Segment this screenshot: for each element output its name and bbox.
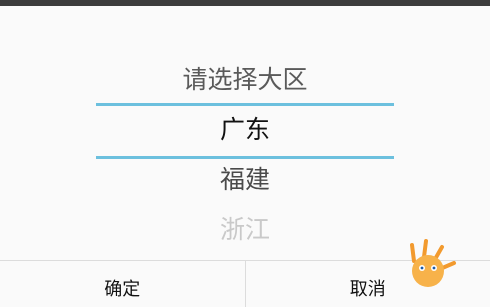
selection-divider-bottom bbox=[96, 156, 394, 159]
site-watermark-logo bbox=[410, 239, 456, 287]
screen: 请选择大区 广东 福建 浙江 确定 取消 bbox=[0, 0, 490, 307]
picker-option[interactable]: 浙江 bbox=[96, 215, 394, 245]
selection-divider-top bbox=[96, 103, 394, 106]
confirm-button[interactable]: 确定 bbox=[0, 261, 246, 307]
picker-option[interactable]: 福建 bbox=[96, 165, 394, 195]
region-wheel-picker[interactable]: 请选择大区 广东 福建 浙江 bbox=[0, 6, 490, 260]
picker-option-placeholder[interactable]: 请选择大区 bbox=[96, 65, 394, 95]
picker-option-selected[interactable]: 广东 bbox=[96, 115, 394, 145]
sun-mascot-icon bbox=[410, 239, 456, 287]
